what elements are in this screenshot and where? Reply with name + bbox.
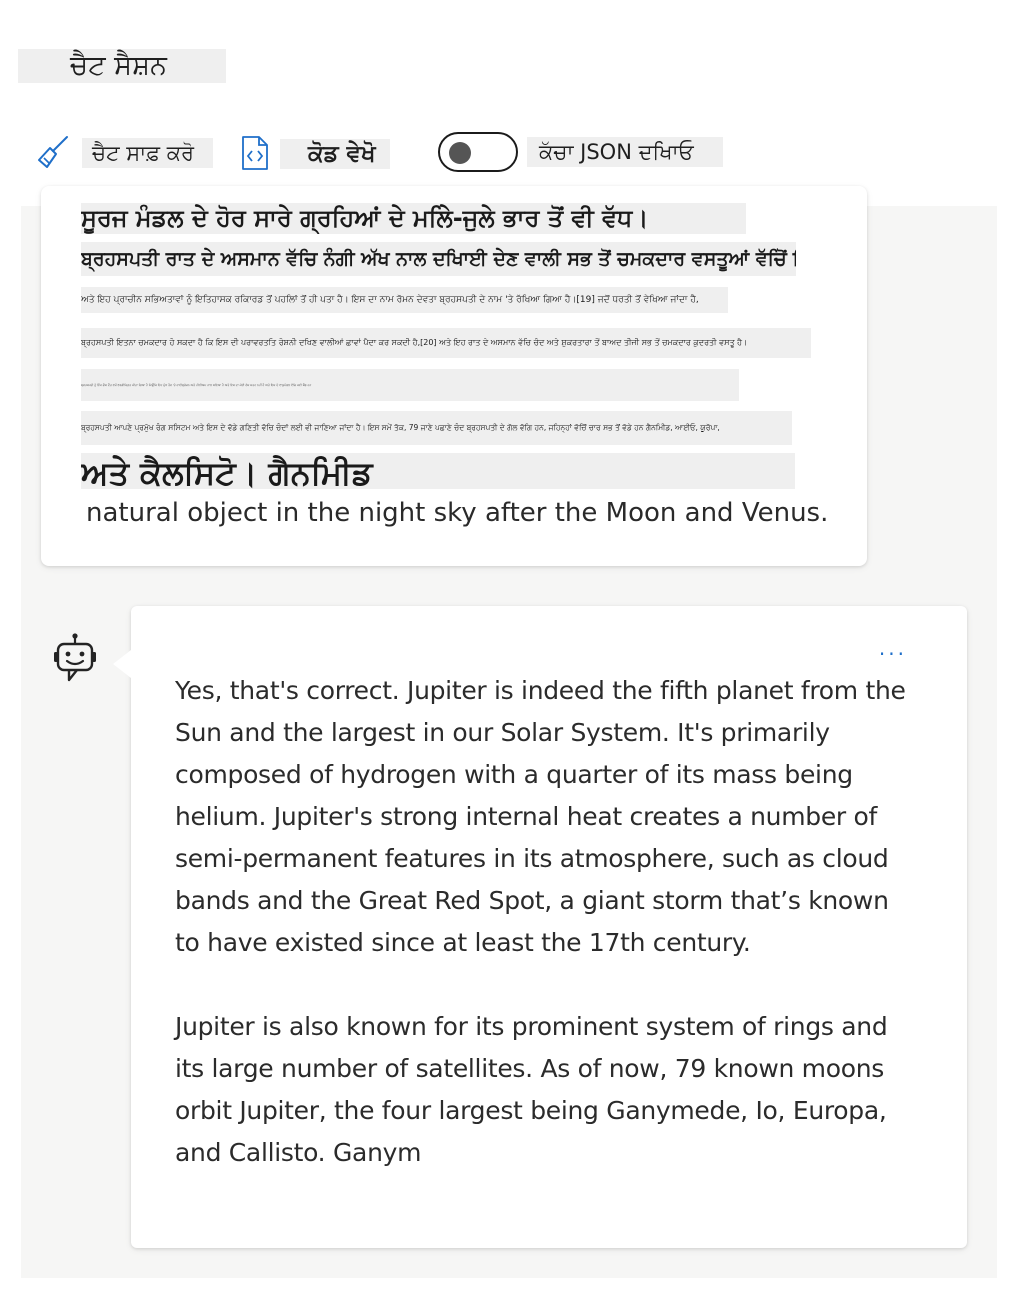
raw-json-label: ਕੱਚਾ JSON ਦਖਿਾਓ <box>527 137 723 167</box>
toolbar: ਚੈਟ ਸਾਫ਼ ਕਰੋ ਕੋਡ ਵੇਖੋ ਕੱਚਾ JSON ਦਖਿਾਓ <box>0 130 1014 176</box>
user-message-line: ਬ੍ਰਹਸਪਤੀ ਇਤਨਾ ਚਮਕਦਾਰ ਹੋ ਸਕਦਾ ਹੈ ਕਿ ਇਸ ਦੀ… <box>81 328 811 358</box>
user-message-line: ਬ੍ਰਹਸਪਤੀ ਨੂੰ ਇੱਕ ਗੈਸ ਦੈਂਤ ਵਜੋਂ ਵਰਗੀਕ੍ਰਿਤ… <box>81 369 739 401</box>
code-file-icon[interactable] <box>241 135 269 171</box>
user-message-line: ਅਤੇ ਇਹ ਪ੍ਰਾਚੀਨ ਸਭਿਅਤਾਵਾਂ ਨੂੰ ਇਤਿਹਾਸਕ ਰਕਿ… <box>81 287 728 313</box>
toggle-knob <box>449 142 471 164</box>
user-message-line: ਅਤੇ ਕੈਲਸਿਟੋ। ਗੈਨਮਿੀਡ <box>81 453 795 489</box>
broom-icon[interactable] <box>36 134 70 172</box>
user-message-line: ਬ੍ਰਹਸਪਤੀ ਆਪਣੇ ਪ੍ਰਮੁੱਖ ਰੰਗ ਸਸਿਟਮ ਅਤੇ ਇਸ ਦ… <box>81 411 792 445</box>
user-message-english-tail: natural object in the night sky after th… <box>86 498 829 528</box>
user-message-line: ਬ੍ਰਹਸਪਤੀ ਰਾਤ ਦੇ ਅਸਮਾਨ ਵੱਚਿ ਨੰਗੀ ਅੱਖ ਨਾਲ … <box>81 242 796 276</box>
bot-message-paragraph: Jupiter is also known for its prominent … <box>175 1012 888 1167</box>
bot-message-paragraph: Yes, that's correct. Jupiter is indeed t… <box>175 676 906 957</box>
clear-chat-button[interactable]: ਚੈਟ ਸਾਫ਼ ਕਰੋ <box>82 138 213 168</box>
user-message-card: ਸੂਰਜ ਮੰਡਲ ਦੇ ਹੋਰ ਸਾਰੇ ਗ੍ਰਹਿਆਂ ਦੇ ਮਲਿੇ-ਜੁ… <box>41 186 867 566</box>
session-title: ਚੈਟ ਸੈਸ਼ਨ <box>18 49 226 83</box>
raw-json-toggle[interactable] <box>438 132 518 172</box>
more-options-button[interactable]: ... <box>879 636 907 660</box>
view-code-button[interactable]: ਕੋਡ ਵੇਖੋ <box>280 139 390 169</box>
bot-avatar-icon <box>52 632 98 684</box>
bot-message-card: ... Yes, that's correct. Jupiter is inde… <box>113 606 967 1248</box>
bot-message-tail <box>113 650 131 678</box>
bot-message-text: Yes, that's correct. Jupiter is indeed t… <box>175 670 915 1216</box>
user-message-line: ਸੂਰਜ ਮੰਡਲ ਦੇ ਹੋਰ ਸਾਰੇ ਗ੍ਰਹਿਆਂ ਦੇ ਮਲਿੇ-ਜੁ… <box>81 203 746 234</box>
